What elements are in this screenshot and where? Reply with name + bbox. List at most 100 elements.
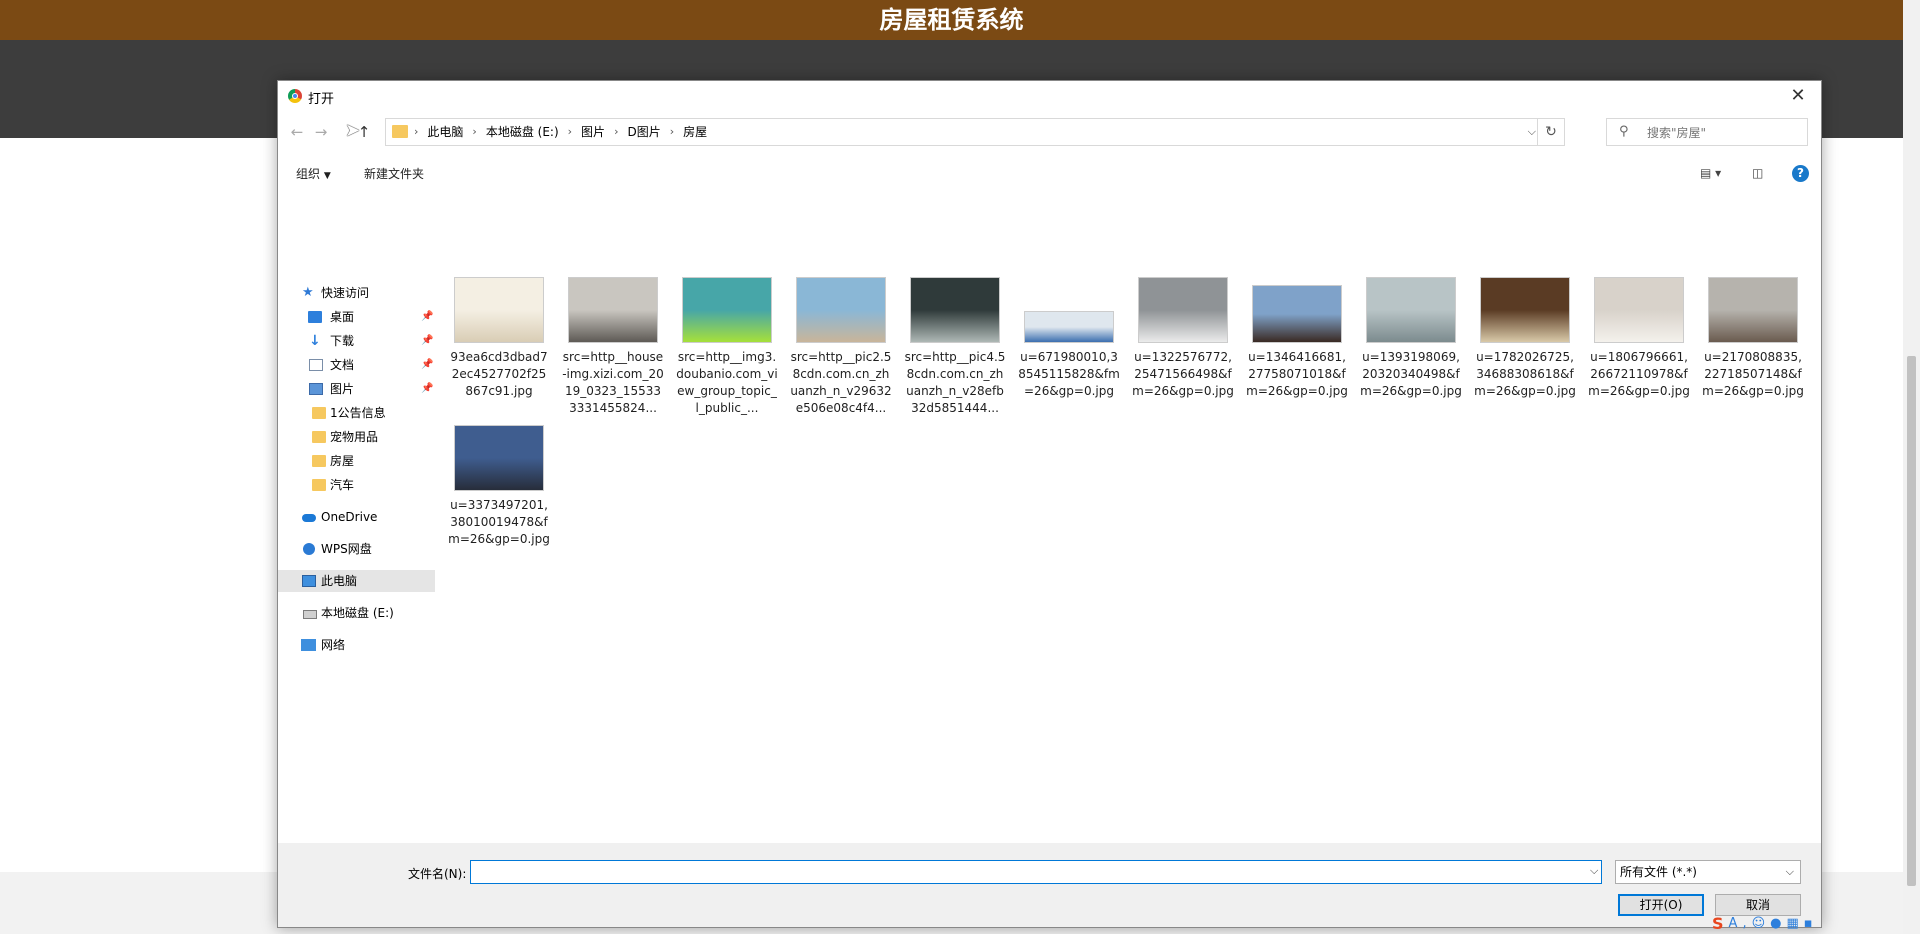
search-box[interactable]: ⚲: [1606, 118, 1808, 146]
file-list: 93ea6cd3dbad72ec4527702f25867c91.jpg src=…: [438, 193, 1818, 833]
chevron-down-icon[interactable]: ⌵: [1590, 864, 1598, 878]
chevron-right-icon: ›: [669, 125, 675, 138]
pin-icon: 📌: [421, 311, 434, 322]
desktop-icon: [308, 311, 322, 323]
open-button[interactable]: 打开(O): [1618, 894, 1704, 916]
image-thumbnail: [1024, 311, 1114, 343]
image-thumbnail: [454, 425, 544, 491]
close-icon[interactable]: ✕: [1775, 81, 1821, 111]
microphone-icon[interactable]: ●: [1770, 916, 1781, 931]
sidebar-item-label: 宠物用品: [330, 430, 379, 444]
sidebar-item-cars[interactable]: 汽车: [278, 474, 435, 496]
refresh-icon[interactable]: ↻: [1537, 119, 1564, 145]
sidebar-item-label: 网络: [321, 638, 346, 652]
sidebar-item-onedrive[interactable]: OneDrive: [278, 506, 435, 528]
filetype-value: 所有文件 (*.*): [1620, 865, 1697, 879]
filename-label: 文件名(N):: [408, 867, 467, 881]
page-scrollbar[interactable]: [1903, 0, 1920, 934]
chevron-down-icon: ▼: [323, 171, 331, 181]
star-icon: ★: [302, 285, 314, 300]
preview-pane-icon[interactable]: ◫: [1752, 166, 1763, 180]
file-name: u=1322576772,25471566498&fm=26&gp=0.jpg: [1132, 350, 1234, 398]
sidebar-item-downloads[interactable]: ↓ 下载 📌: [278, 330, 435, 352]
view-options-icon[interactable]: ▤ ▾: [1700, 166, 1721, 180]
download-icon: ↓: [309, 333, 321, 349]
forward-arrow-icon[interactable]: →: [310, 121, 332, 143]
organize-button[interactable]: 组织 ▼: [296, 165, 331, 182]
sidebar-item-this-pc[interactable]: 此电脑: [278, 570, 435, 592]
image-thumbnail: [568, 277, 658, 343]
sidebar-item-label: 此电脑: [321, 574, 358, 588]
filetype-select[interactable]: 所有文件 (*.*) ⌵: [1615, 860, 1801, 884]
sidebar-item-local-disk-e[interactable]: 本地磁盘 (E:): [278, 602, 435, 624]
ime-toolbar: S A , ☺ ● ▦ ▪: [1712, 912, 1813, 934]
sidebar-item-label: 下载: [330, 334, 355, 348]
this-pc-icon: [302, 575, 316, 587]
chevron-right-icon: ›: [472, 125, 477, 138]
folder-icon: [312, 431, 326, 443]
sidebar-item-documents[interactable]: 文档 📌: [278, 354, 435, 376]
sogou-icon[interactable]: S: [1712, 914, 1724, 933]
document-icon: [309, 359, 323, 371]
keyboard-icon[interactable]: ▦: [1786, 916, 1798, 931]
help-icon[interactable]: ?: [1792, 165, 1809, 182]
toolbar: 组织 ▼ 新建文件夹 ▤ ▾ ◫ ?: [278, 157, 1821, 191]
sidebar-item-label: 房屋: [330, 454, 355, 468]
image-thumbnail: [1708, 277, 1798, 343]
sidebar-item-label: WPS网盘: [321, 542, 372, 556]
image-thumbnail: [1366, 277, 1456, 343]
sidebar-item-desktop[interactable]: 桌面 📌: [278, 306, 435, 328]
sidebar-item-label: 图片: [330, 382, 355, 396]
dialog-title: 打开: [308, 92, 335, 107]
filename-input[interactable]: [470, 860, 1602, 884]
image-thumbnail: [796, 277, 886, 343]
sidebar-item-label: OneDrive: [321, 510, 378, 524]
pin-icon: 📌: [421, 383, 434, 394]
sidebar-item-announcements[interactable]: 1公告信息: [278, 402, 435, 424]
chevron-right-icon: ›: [567, 125, 573, 138]
mouse-cursor-icon: ➤: [345, 120, 361, 141]
chrome-icon: [288, 89, 302, 103]
pin-icon: 📌: [421, 359, 434, 370]
drive-icon: [303, 610, 317, 619]
navigation-pane: ★ 快速访问 桌面 📌 ↓ 下载 📌 文档 📌 图片 📌 1公告信息 宠物用品 …: [278, 193, 435, 863]
search-icon: ⚲: [1619, 124, 1629, 139]
file-name: src=http__pic2.58cdn.com.cn_zhuanzh_n_v2…: [790, 350, 892, 415]
address-bar[interactable]: › 此电脑 › 本地磁盘 (E:) › 图片 › D图片 › 房屋 ⌵ ↻: [385, 118, 1565, 146]
chevron-down-icon[interactable]: ⌵: [1528, 119, 1536, 145]
sidebar-item-network[interactable]: 网络: [278, 634, 435, 656]
sidebar-item-wps-cloud[interactable]: WPS网盘: [278, 538, 435, 560]
new-folder-button[interactable]: 新建文件夹: [364, 165, 424, 182]
file-name: u=1806796661,26672110978&fm=26&gp=0.jpg: [1588, 350, 1690, 398]
ime-mode-icon[interactable]: A: [1729, 916, 1738, 931]
search-input[interactable]: [1645, 123, 1799, 143]
sidebar-item-quick-access[interactable]: ★ 快速访问: [278, 282, 435, 304]
sidebar-item-label: 快速访问: [321, 286, 370, 300]
image-thumbnail: [1252, 285, 1342, 343]
breadcrumb-item[interactable]: 图片: [581, 119, 605, 145]
image-thumbnail: [1594, 277, 1684, 343]
sidebar-item-pictures[interactable]: 图片 📌: [278, 378, 435, 400]
page-scroll-thumb[interactable]: [1907, 356, 1916, 886]
wps-cloud-icon: [303, 543, 315, 555]
breadcrumb-item[interactable]: 房屋: [683, 119, 707, 145]
punctuation-icon[interactable]: ,: [1742, 916, 1746, 931]
app-header: 房屋租赁系统: [0, 0, 1903, 41]
file-name: u=671980010,38545115828&fm=26&gp=0.jpg: [1018, 350, 1120, 398]
dialog-footer: 文件名(N): ⌵ 所有文件 (*.*) ⌵ 打开(O) 取消: [278, 843, 1821, 927]
pictures-icon: [309, 383, 323, 395]
sidebar-item-pet-supplies[interactable]: 宠物用品: [278, 426, 435, 448]
chevron-down-icon: ⌵: [1785, 865, 1794, 878]
breadcrumb-item[interactable]: 此电脑: [427, 119, 463, 145]
back-arrow-icon[interactable]: ←: [286, 121, 308, 143]
emoji-icon[interactable]: ☺: [1752, 916, 1766, 931]
breadcrumb-item[interactable]: 本地磁盘 (E:): [486, 119, 559, 145]
breadcrumb-item[interactable]: D图片: [627, 119, 660, 145]
file-name: u=3373497201,38010019478&fm=26&gp=0.jpg: [448, 498, 550, 546]
file-name: src=http__pic4.58cdn.com.cn_zhuanzh_n_v2…: [904, 350, 1006, 415]
tools-icon[interactable]: ▪: [1804, 916, 1813, 931]
folder-icon: [312, 479, 326, 491]
sidebar-item-houses[interactable]: 房屋: [278, 450, 435, 472]
breadcrumb: › 此电脑 › 本地磁盘 (E:) › 图片 › D图片 › 房屋: [414, 119, 707, 145]
file-name: u=1346416681,27758071018&fm=26&gp=0.jpg: [1246, 350, 1348, 398]
